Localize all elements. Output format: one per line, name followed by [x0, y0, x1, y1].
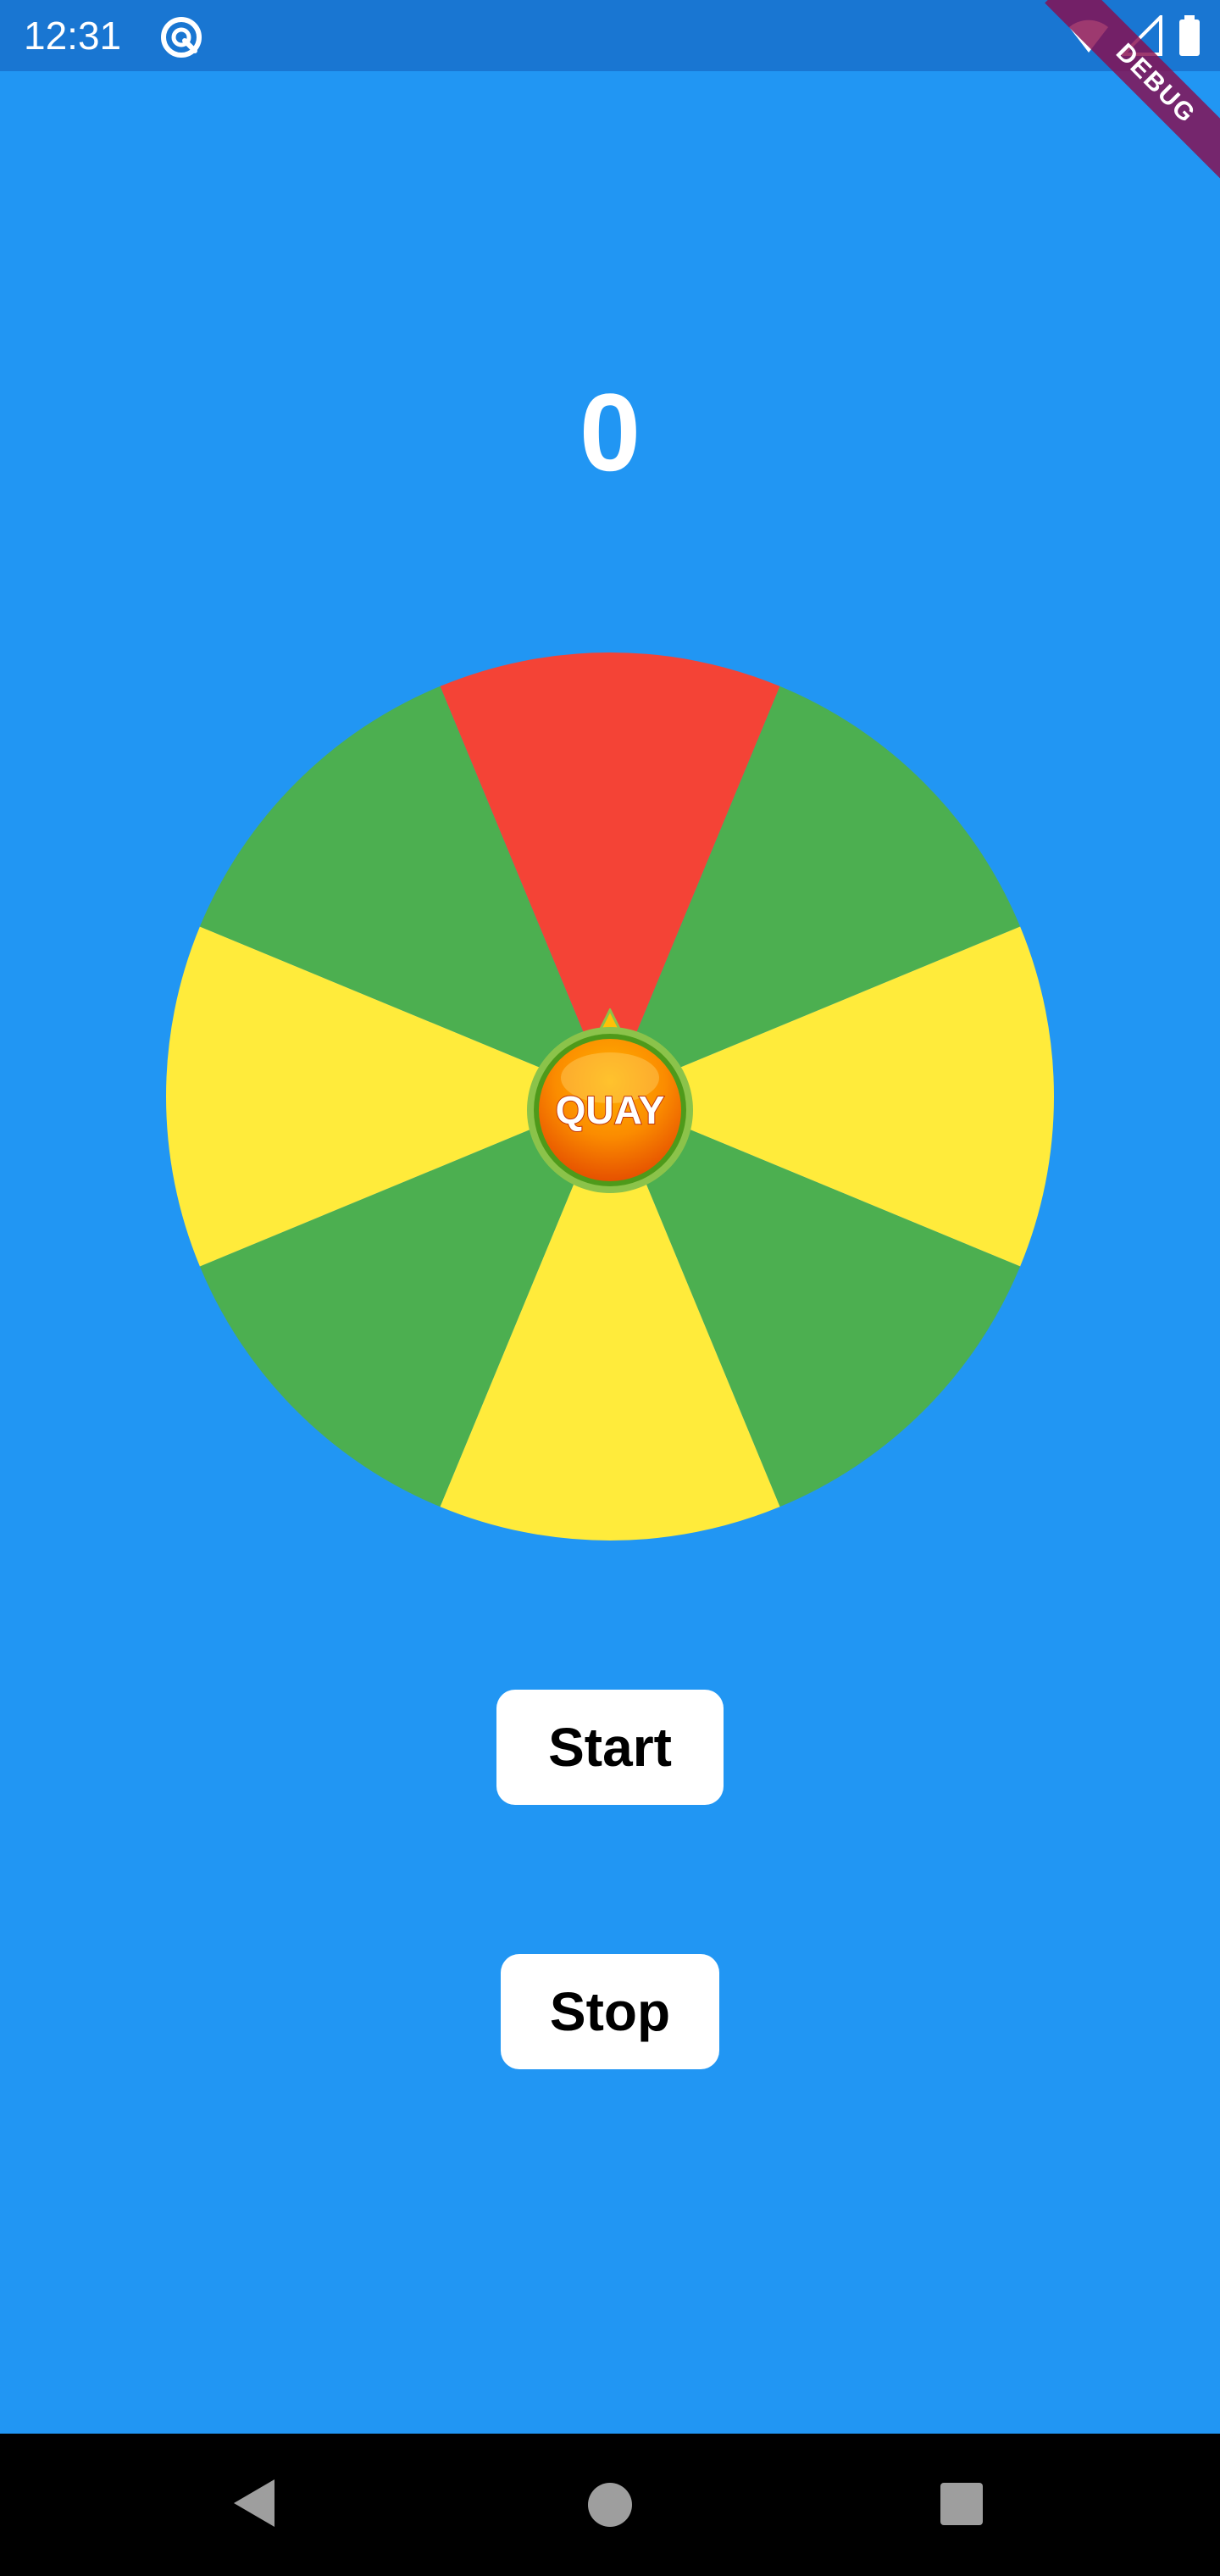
navigation-bar	[0, 2434, 1220, 2576]
recents-icon[interactable]	[939, 2481, 984, 2527]
status-time: 12:31	[24, 14, 122, 58]
home-icon[interactable]	[586, 2481, 634, 2529]
stop-button[interactable]: Stop	[501, 1954, 719, 2069]
status-bar: 12:31	[0, 0, 1220, 71]
quay-app-icon	[161, 17, 202, 58]
back-icon[interactable]	[229, 2476, 280, 2530]
start-button[interactable]: Start	[496, 1690, 724, 1805]
quay-spin-button[interactable]: QUAY	[525, 1008, 695, 1195]
battery-icon	[1179, 15, 1200, 56]
spin-result-counter: 0	[579, 370, 641, 494]
hub-label: QUAY	[556, 1088, 665, 1132]
